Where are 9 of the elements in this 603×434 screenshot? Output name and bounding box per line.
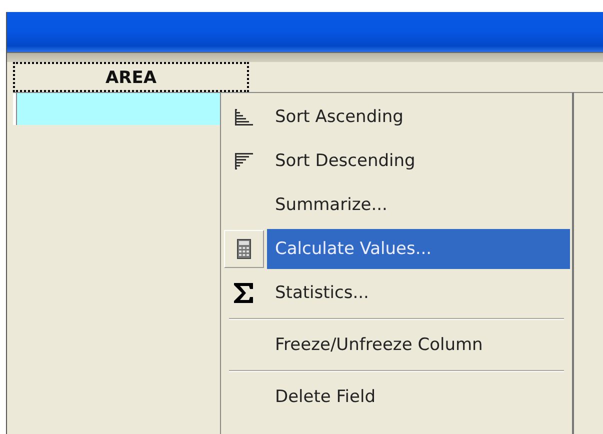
- menu-item[interactable]: Summarize...: [267, 185, 570, 225]
- menu-item[interactable]: Calculate Values...: [267, 229, 570, 269]
- menu-item[interactable]: Sort Descending: [267, 141, 570, 181]
- calculator-icon: [224, 230, 264, 268]
- menu-item[interactable]: Sort Ascending: [267, 97, 570, 137]
- menu-item[interactable]: Freeze/Unfreeze Column: [267, 325, 570, 365]
- column-header[interactable]: AREA: [13, 62, 249, 92]
- menu-item[interactable]: Statistics...: [267, 273, 570, 313]
- menu-item[interactable]: Delete Field: [267, 377, 570, 417]
